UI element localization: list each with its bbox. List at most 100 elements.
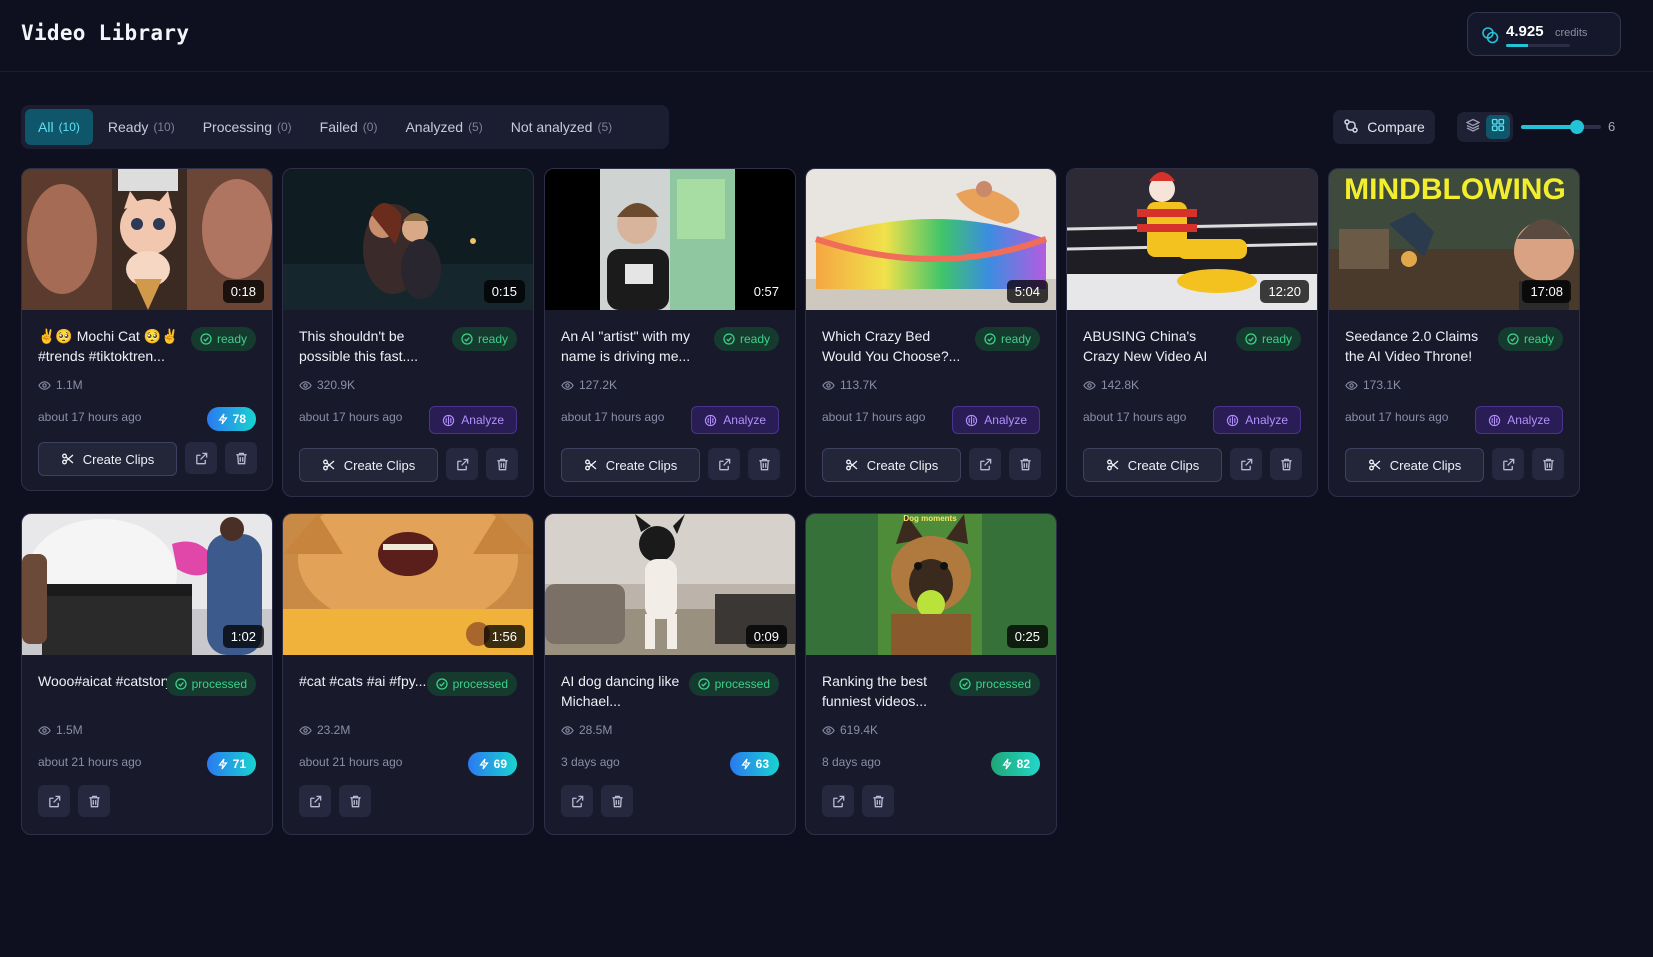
open-external-button[interactable] xyxy=(185,442,217,474)
create-clips-button[interactable]: Create Clips xyxy=(1083,448,1222,482)
open-external-button[interactable] xyxy=(1492,448,1524,480)
video-card[interactable]: 12:20 ABUSING China's Crazy New Video AI r… xyxy=(1066,168,1318,497)
open-external-button[interactable] xyxy=(969,448,1001,480)
delete-button[interactable] xyxy=(1532,448,1564,480)
open-external-button[interactable] xyxy=(822,785,854,817)
open-external-button[interactable] xyxy=(708,448,740,480)
layers-view-button[interactable] xyxy=(1461,115,1485,139)
video-title[interactable]: Ranking the best funniest videos... xyxy=(822,671,972,711)
video-title[interactable]: Which Crazy Bed Would You Choose?... xyxy=(822,326,972,366)
tab-ready[interactable]: Ready (10) xyxy=(95,109,188,145)
status-label: ready xyxy=(477,332,508,346)
video-card[interactable]: 0:18 ✌️🥺 Mochi Cat 🥺✌️ #trends #tiktoktre… xyxy=(21,168,273,491)
delete-button[interactable] xyxy=(78,785,110,817)
delete-button[interactable] xyxy=(225,442,257,474)
video-title[interactable]: Seedance 2.0 Claims the AI Video Throne! xyxy=(1345,326,1495,366)
duration-badge: 12:20 xyxy=(1260,280,1309,303)
duration-badge: 0:15 xyxy=(483,280,525,303)
delete-button[interactable] xyxy=(862,785,894,817)
card-actions: Create Clips xyxy=(1083,448,1302,482)
tab-label: All xyxy=(38,119,54,135)
delete-button[interactable] xyxy=(339,785,371,817)
card-actions: Create Clips xyxy=(299,448,518,482)
open-external-button[interactable] xyxy=(299,785,331,817)
analyze-button[interactable]: Analyze xyxy=(691,406,779,434)
video-card[interactable]: 1:56 #cat #cats #ai #fpy... processed 23.2M… xyxy=(282,513,534,835)
open-external-button[interactable] xyxy=(446,448,478,480)
video-card[interactable]: 5:04 Which Crazy Bed Would You Choose?...… xyxy=(805,168,1057,497)
video-card[interactable]: 1:02 Wooo#aicat #catstory... processed 1.5M… xyxy=(21,513,273,835)
delete-button[interactable] xyxy=(601,785,633,817)
eye-icon xyxy=(1345,379,1358,392)
delete-button[interactable] xyxy=(748,448,780,480)
compare-icon xyxy=(1343,118,1359,137)
virality-score-badge: 63 xyxy=(729,752,779,776)
grid-view-button[interactable] xyxy=(1485,115,1510,139)
create-clips-button[interactable]: Create Clips xyxy=(561,448,700,482)
view-count: 28.5M xyxy=(561,723,612,737)
create-clips-button[interactable]: Create Clips xyxy=(38,442,177,476)
video-thumbnail[interactable]: Dog moments 0:25 xyxy=(806,514,1056,655)
video-thumbnail[interactable]: 12:20 xyxy=(1067,169,1317,310)
video-thumbnail[interactable]: 0:15 xyxy=(283,169,533,310)
columns-value: 6 xyxy=(1608,119,1616,134)
video-thumbnail[interactable]: 0:57 xyxy=(545,169,795,310)
create-clips-button[interactable]: Create Clips xyxy=(299,448,438,482)
eye-icon xyxy=(299,379,312,392)
layers-icon xyxy=(1465,118,1480,137)
status-badge: ready xyxy=(451,327,517,351)
card-actions: Create Clips xyxy=(822,448,1041,482)
video-title[interactable]: ✌️🥺 Mochi Cat 🥺✌️ #trends #tiktoktren... xyxy=(38,326,188,366)
columns-slider[interactable] xyxy=(1521,120,1601,134)
video-thumbnail[interactable]: 1:56 xyxy=(283,514,533,655)
analyze-button[interactable]: Analyze xyxy=(1213,406,1301,434)
video-card[interactable]: 0:09 AI dog dancing like Michael... proces… xyxy=(544,513,796,835)
video-card[interactable]: 0:15 This shouldn't be possible this fast… xyxy=(282,168,534,497)
video-card[interactable]: 0:57 An AI "artist" with my name is drivi… xyxy=(544,168,796,497)
create-clips-label: Create Clips xyxy=(866,457,939,473)
video-thumbnail[interactable]: MINDBLOWING 17:08 xyxy=(1329,169,1579,310)
tab-label: Failed xyxy=(319,119,358,135)
analyze-button[interactable]: Analyze xyxy=(1475,406,1563,434)
create-clips-button[interactable]: Create Clips xyxy=(822,448,961,482)
tab-failed[interactable]: Failed (0) xyxy=(307,109,391,145)
video-thumbnail[interactable]: 1:02 xyxy=(22,514,272,655)
tab-all[interactable]: All (10) xyxy=(25,109,93,145)
video-card[interactable]: MINDBLOWING 17:08 Seedance 2.0 Claims the … xyxy=(1328,168,1580,497)
eye-icon xyxy=(561,724,574,737)
delete-button[interactable] xyxy=(1009,448,1041,480)
create-clips-button[interactable]: Create Clips xyxy=(1345,448,1484,482)
analyze-label: Analyze xyxy=(461,413,504,427)
delete-button[interactable] xyxy=(486,448,518,480)
trash-icon xyxy=(871,794,886,809)
upload-age: 3 days ago xyxy=(561,755,620,769)
score-value: 69 xyxy=(493,757,507,771)
credits-widget[interactable]: 4.925 credits xyxy=(1467,12,1621,56)
filter-tabs: All (10) Ready (10) Processing (0) Failed (0) An… xyxy=(21,105,669,149)
slider-thumb[interactable] xyxy=(1570,120,1584,134)
video-title[interactable]: An AI "artist" with my name is driving m… xyxy=(561,326,711,366)
open-external-button[interactable] xyxy=(561,785,593,817)
video-thumbnail[interactable]: 0:09 xyxy=(545,514,795,655)
video-thumbnail[interactable]: 5:04 xyxy=(806,169,1056,310)
tab-not-analyzed[interactable]: Not analyzed (5) xyxy=(498,109,625,145)
tab-processing[interactable]: Processing (0) xyxy=(190,109,305,145)
check-circle-icon xyxy=(174,678,187,690)
create-clips-label: Create Clips xyxy=(82,451,155,467)
trash-icon xyxy=(495,457,510,472)
video-title[interactable]: This shouldn't be possible this fast.... xyxy=(299,326,449,366)
open-external-button[interactable] xyxy=(38,785,70,817)
trash-icon xyxy=(610,794,625,809)
video-title[interactable]: ABUSING China's Crazy New Video AI xyxy=(1083,326,1233,366)
open-external-button[interactable] xyxy=(1230,448,1262,480)
video-thumbnail[interactable]: 0:18 xyxy=(22,169,272,310)
compare-button[interactable]: Compare xyxy=(1333,110,1435,144)
video-card[interactable]: Dog moments 0:25 Ranking the best funniest… xyxy=(805,513,1057,835)
video-title[interactable]: AI dog dancing like Michael... xyxy=(561,671,711,711)
tab-analyzed[interactable]: Analyzed (5) xyxy=(392,109,495,145)
analyze-button[interactable]: Analyze xyxy=(429,406,517,434)
upload-age: about 21 hours ago xyxy=(38,755,142,769)
view-count-value: 173.1K xyxy=(1363,378,1402,392)
delete-button[interactable] xyxy=(1270,448,1302,480)
analyze-button[interactable]: Analyze xyxy=(952,406,1040,434)
